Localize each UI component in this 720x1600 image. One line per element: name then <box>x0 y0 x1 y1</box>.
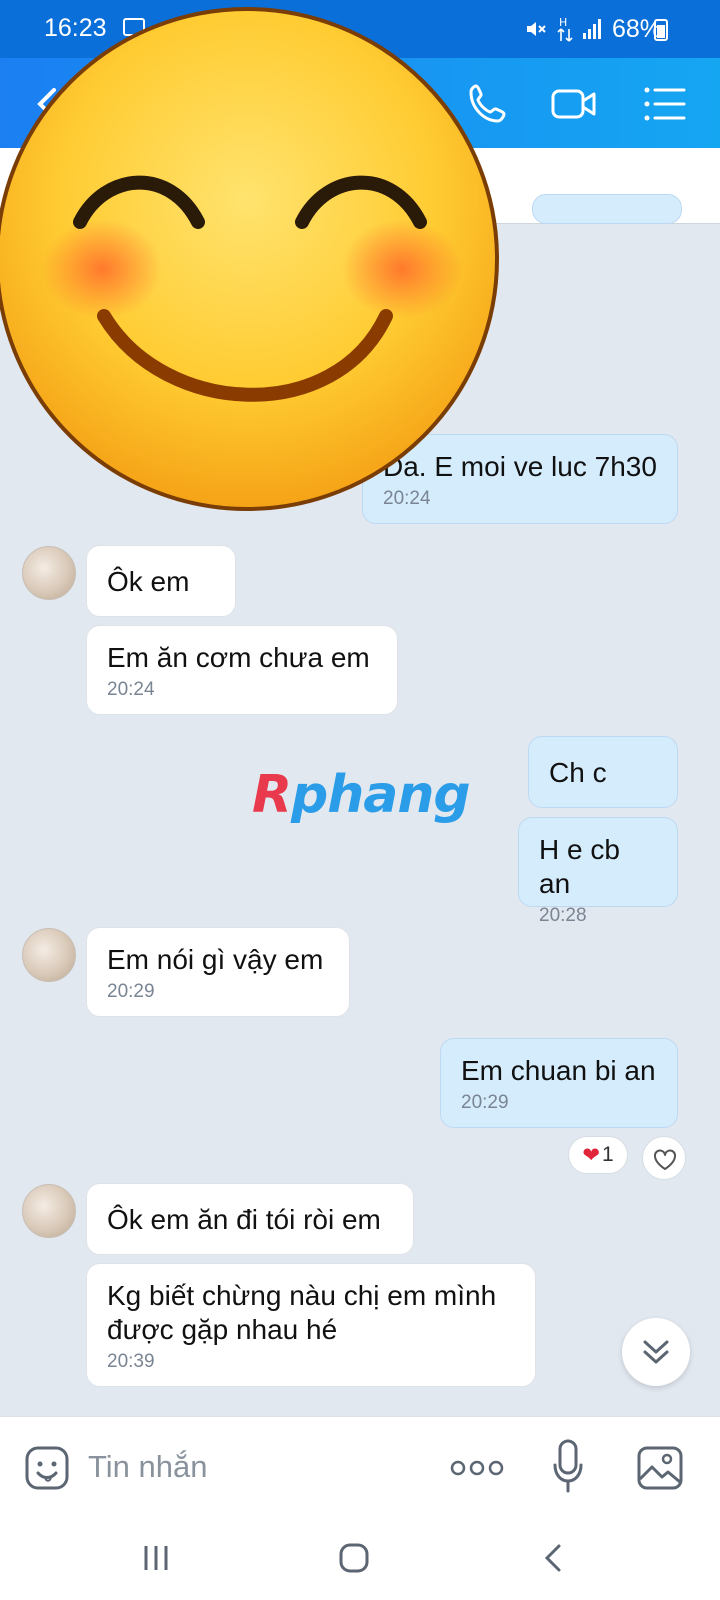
like-button[interactable] <box>642 1136 686 1180</box>
message-text: Em ăn cơm chưa em <box>107 642 370 673</box>
message-text: Ch c <box>549 757 607 788</box>
heart-outline-icon <box>654 1149 676 1170</box>
video-call-icon[interactable] <box>550 80 598 128</box>
status-indicators: H 68% <box>524 12 662 46</box>
signal-icon <box>582 19 601 39</box>
scroll-to-bottom-button[interactable] <box>622 1318 690 1386</box>
message-time: 20:29 <box>107 981 155 1002</box>
message-text: Ôk em <box>107 566 190 597</box>
battery-icon <box>654 19 668 41</box>
system-navigation-bar <box>0 1518 720 1600</box>
avatar[interactable] <box>22 928 76 982</box>
message-bubble[interactable]: Ch c <box>528 736 678 808</box>
message-bubble[interactable]: Em chuan bi an 20:29 <box>440 1038 678 1128</box>
watermark-logo: Rphang <box>252 765 471 825</box>
list-menu-icon[interactable] <box>640 80 688 128</box>
message-composer: Tin nhắn <box>0 1416 720 1518</box>
svg-text:H: H <box>559 16 567 29</box>
message-bubble[interactable]: Kg biết chừng nàu chị em mình được gặp n… <box>86 1263 536 1387</box>
message-bubble-partial <box>532 194 682 224</box>
chevron-double-down-icon <box>643 1340 669 1364</box>
smiling-emoji-overlay <box>0 7 499 511</box>
message-time: 20:24 <box>107 679 155 700</box>
image-icon[interactable] <box>636 1445 684 1491</box>
message-text: Ôk em ăn đi tói ròi em <box>107 1204 381 1235</box>
message-bubble[interactable]: Em nói gì vậy em 20:29 <box>86 927 350 1017</box>
more-options-icon[interactable] <box>450 1455 504 1481</box>
sticker-icon[interactable] <box>24 1445 70 1491</box>
data-hplus-icon: H <box>557 16 573 42</box>
avatar[interactable] <box>22 546 76 600</box>
message-time: 20:28 <box>539 905 587 926</box>
message-text: Em nói gì vậy em <box>107 944 324 975</box>
reaction-count: 1 <box>601 1143 614 1166</box>
back-icon[interactable] <box>538 1542 570 1574</box>
message-text: Kg biết chừng nàu chị em mình được gặp n… <box>107 1280 497 1345</box>
mute-icon <box>526 22 546 36</box>
message-bubble[interactable]: Em ăn cơm chưa em 20:24 <box>86 625 398 715</box>
message-bubble[interactable]: H e cb an 20:28 <box>518 817 678 926</box>
message-bubble[interactable]: Ôk em <box>86 545 236 617</box>
reaction-badge[interactable]: ❤ 1 <box>568 1136 628 1174</box>
message-input[interactable]: Tin nhắn <box>88 1449 208 1485</box>
message-bubble[interactable]: Ôk em ăn đi tói ròi em <box>86 1183 414 1255</box>
message-time: 20:39 <box>107 1351 155 1372</box>
avatar[interactable] <box>22 1184 76 1238</box>
home-icon[interactable] <box>338 1542 370 1574</box>
message-text: Em chuan bi an <box>461 1055 656 1086</box>
recent-apps-icon[interactable] <box>140 1542 172 1574</box>
message-text: H e cb an <box>539 834 620 899</box>
message-time: 20:29 <box>461 1092 509 1113</box>
heart-reaction-icon: ❤ <box>582 1143 600 1167</box>
microphone-icon[interactable] <box>552 1439 584 1495</box>
